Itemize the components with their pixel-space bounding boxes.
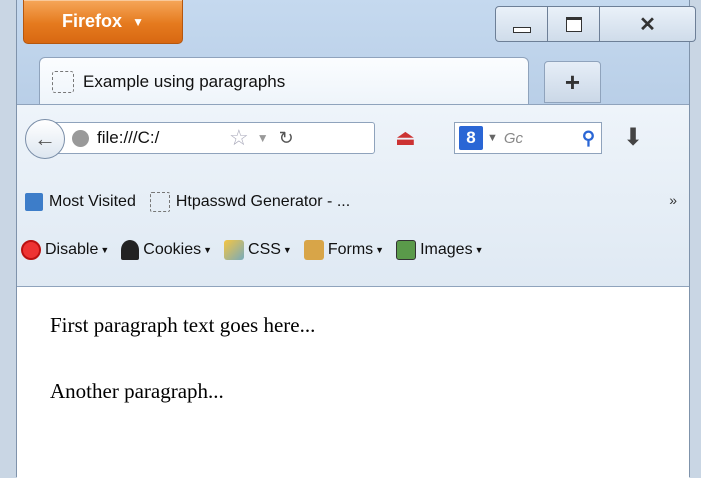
search-bar[interactable]: 8 ▼ Gc ⚲	[454, 122, 602, 154]
caret-icon: ▼	[203, 245, 213, 255]
forms-menu[interactable]: Forms ▼	[303, 240, 385, 260]
bookmarks-toolbar: Most Visited Htpasswd Generator - ... »	[17, 182, 689, 222]
addon-icon[interactable]: ⏏	[395, 125, 416, 151]
paragraph: First paragraph text goes here...	[50, 313, 316, 337]
window-controls: ✕	[495, 6, 696, 42]
back-button[interactable]: ←	[25, 119, 65, 159]
caret-icon: ▼	[100, 245, 110, 255]
downloads-icon[interactable]: ⬇	[623, 123, 643, 152]
paragraph: Another paragraph...	[50, 379, 224, 403]
site-identity-icon[interactable]	[72, 129, 89, 147]
css-icon	[224, 240, 245, 260]
star-icon[interactable]: ☆	[229, 125, 249, 151]
minimize-icon	[512, 27, 531, 33]
maximize-button[interactable]	[548, 6, 600, 42]
search-engine-icon[interactable]: 8	[459, 126, 483, 150]
reload-icon[interactable]: ↻	[279, 128, 294, 149]
plus-icon: +	[564, 66, 581, 97]
bookmark-htpasswd[interactable]: Htpasswd Generator - ...	[149, 192, 351, 212]
bookmark-label: Most Visited	[49, 193, 136, 210]
page-icon	[149, 192, 170, 212]
browser-window: Firefox ▼ ✕ Example using paragraphs + f…	[16, 0, 696, 478]
cookies-menu[interactable]: Cookies ▼	[121, 240, 212, 260]
bookmark-label: Htpasswd Generator - ...	[175, 193, 351, 210]
caret-icon: ▼	[375, 245, 385, 255]
tab-title: Example using paragraphs	[83, 71, 286, 91]
caret-icon: ▼	[474, 245, 484, 255]
new-tab-button[interactable]: +	[544, 61, 601, 103]
forms-icon	[303, 240, 324, 260]
disable-menu[interactable]: Disable ▼	[21, 240, 109, 260]
back-arrow-icon: ←	[34, 126, 56, 151]
images-icon	[396, 240, 417, 260]
css-label: CSS	[248, 241, 281, 258]
web-developer-toolbar: Disable ▼ Cookies ▼ CSS ▼ Forms ▼ Images ▼	[17, 229, 689, 271]
images-label: Images	[420, 241, 473, 258]
disable-label: Disable	[45, 241, 99, 258]
page-content: First paragraph text goes here... Anothe…	[17, 286, 689, 478]
caret-icon: ▼	[282, 245, 292, 255]
close-button[interactable]: ✕	[600, 6, 696, 42]
maximize-icon	[565, 16, 582, 32]
close-icon: ✕	[639, 13, 656, 36]
bookmarks-overflow-button[interactable]: »	[669, 192, 677, 208]
tab-active[interactable]: Example using paragraphs	[39, 57, 529, 105]
css-menu[interactable]: CSS ▼	[224, 240, 292, 260]
url-text: file:///C:/	[97, 128, 160, 147]
images-menu[interactable]: Images ▼	[396, 240, 483, 260]
chevron-down-icon: ▼	[132, 14, 144, 29]
firefox-menu-label: Firefox	[62, 11, 123, 31]
cookies-icon	[121, 240, 140, 260]
disable-icon	[21, 240, 41, 260]
cookies-label: Cookies	[143, 241, 202, 258]
search-engine-dropdown-icon[interactable]: ▼	[487, 132, 498, 144]
firefox-menu-button[interactable]: Firefox ▼	[23, 0, 183, 44]
toolbar-area: file:///C:/ ☆ ▼ ↻ ← ⏏ 8 ▼ Gc ⚲ ⬇ Most Vi…	[17, 104, 689, 287]
search-icon[interactable]: ⚲	[582, 128, 595, 149]
search-input[interactable]: Gc	[504, 130, 528, 147]
history-dropdown-icon[interactable]: ▼	[257, 131, 269, 145]
page-icon	[52, 70, 74, 93]
url-bar[interactable]: file:///C:/ ☆ ▼ ↻	[55, 122, 375, 154]
navigation-toolbar: file:///C:/ ☆ ▼ ↻ ← ⏏ 8 ▼ Gc ⚲ ⬇	[17, 105, 689, 173]
bookmark-most-visited[interactable]: Most Visited	[25, 193, 136, 211]
forms-label: Forms	[327, 241, 374, 258]
minimize-button[interactable]	[495, 6, 548, 42]
most-visited-icon	[25, 193, 43, 211]
